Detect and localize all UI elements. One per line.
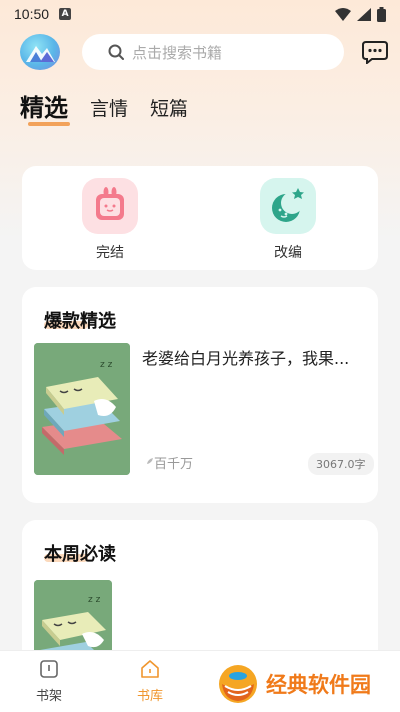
tab-romance[interactable]: 言情	[90, 94, 128, 123]
status-time: 10:50	[14, 6, 50, 22]
tab-label: 言情	[90, 98, 129, 120]
feather-pen-icon	[143, 457, 153, 468]
library-home-icon	[141, 660, 159, 678]
watermark-logo: 经典软件园	[218, 664, 371, 704]
sleeping-books-illustration: z z	[34, 343, 130, 475]
book-title[interactable]: 老婆给白月光养孩子，我果...	[142, 345, 364, 369]
battery-icon	[377, 6, 386, 22]
status-bar: 10:50 A	[0, 0, 400, 28]
category-label: 完结	[96, 245, 124, 261]
rabbit-book-icon	[96, 187, 124, 220]
message-icon[interactable]	[362, 40, 388, 64]
orange-bowl-logo-icon	[219, 665, 257, 703]
author-name: 百千万	[154, 457, 194, 472]
tab-active-indicator	[28, 122, 70, 126]
tab-short-stories[interactable]: 短篇	[150, 94, 188, 123]
svg-text:z z: z z	[88, 595, 101, 605]
nav-label: 书架	[35, 689, 62, 704]
tab-label: 精选	[20, 94, 68, 122]
category-card: 完结 改编	[22, 166, 378, 270]
nav-library[interactable]: 书库	[125, 659, 175, 704]
search-icon	[108, 44, 124, 60]
book-author: 百千万	[142, 453, 193, 472]
hot-picks-card: 爆款精选 z z 老婆给白月光养孩子，我果... 百千万 3067.0字	[22, 287, 378, 503]
notification-a-icon: A	[59, 8, 72, 20]
mountain-logo-icon	[26, 46, 55, 62]
watermark-text: 经典软件园	[266, 673, 371, 697]
wifi-icon	[335, 7, 351, 21]
category-adapted[interactable]: 改编	[258, 178, 318, 262]
top-header: 点击搜索书籍	[0, 32, 400, 72]
category-icon-box	[82, 178, 138, 234]
signal-icon	[357, 7, 371, 21]
category-completed[interactable]: 完结	[80, 178, 140, 262]
word-count-badge: 3067.0字	[308, 453, 374, 475]
category-tabs: 精选 言情 短篇	[20, 88, 210, 126]
search-bar[interactable]: 点击搜索书籍	[82, 34, 344, 70]
bookshelf-icon	[40, 660, 58, 678]
tab-label: 短篇	[150, 98, 189, 120]
search-input[interactable]: 点击搜索书籍	[132, 42, 222, 63]
nav-label: 书库	[136, 689, 163, 704]
moon-stars-icon	[272, 188, 304, 222]
tab-featured[interactable]: 精选	[20, 88, 70, 126]
section-title: 爆款精选	[44, 311, 116, 332]
book-cover[interactable]: z z	[34, 343, 130, 475]
app-logo[interactable]	[20, 34, 60, 70]
nav-bookshelf[interactable]: 书架	[24, 659, 74, 704]
section-title: 本周必读	[44, 544, 116, 565]
category-icon-box	[260, 178, 316, 234]
category-label: 改编	[274, 245, 302, 261]
svg-text:z z: z z	[100, 360, 113, 370]
